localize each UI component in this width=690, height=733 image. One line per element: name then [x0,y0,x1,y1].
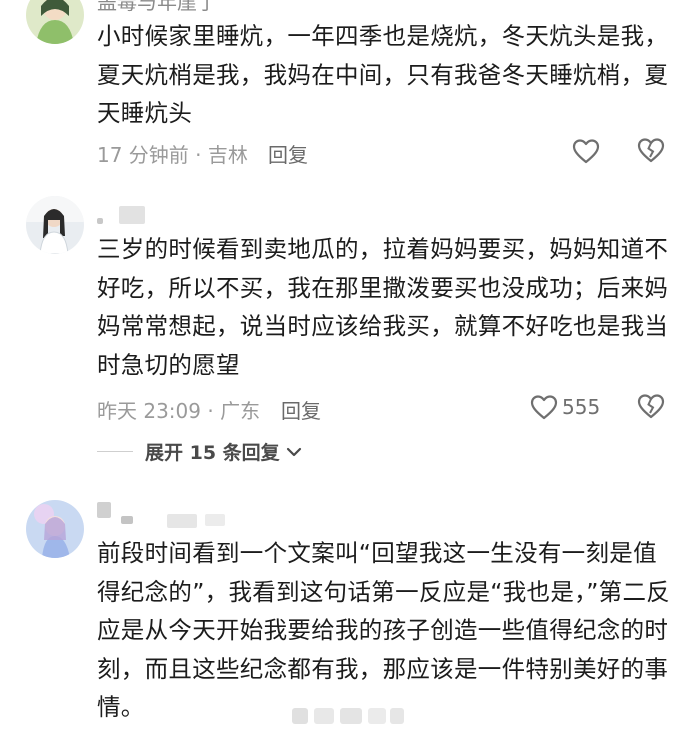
chevron-down-icon [286,447,301,456]
comment-meta: 17 分钟前 · 吉林 [97,143,248,167]
comment-item: 三岁的时候看到卖地瓜的，拉着妈妈要买，妈妈知道不好吃，所以不买，我在那里撒泼要买… [0,190,690,480]
username-blurred[interactable] [97,206,157,226]
expand-replies-label: 展开 15 条回复 [145,442,280,464]
like-button[interactable]: 555 [530,392,600,422]
comment-text: 小时候家里睡炕，一年四季也是烧炕，冬天炕头是我，夏天炕梢是我，我妈在中间，只有我… [97,22,669,127]
watermark [292,702,404,728]
expand-replies-button[interactable]: 展开 15 条回复 [97,438,302,465]
like-button[interactable] [572,136,604,166]
comment-item: 盖毒与年崖了 小时候家里睡炕，一年四季也是烧炕，冬天炕头是我，夏天炕梢是我，我妈… [0,0,690,180]
heart-outline-icon [572,139,600,164]
username[interactable]: 盖毒与年崖了 [97,0,217,15]
broken-heart-icon [637,138,665,163]
reply-button[interactable]: 回复 [281,395,321,424]
avatar[interactable] [26,0,84,44]
comment-text: 三岁的时候看到卖地瓜的，拉着妈妈要买，妈妈知道不好吃，所以不买，我在那里撒泼要买… [97,235,669,379]
reply-button[interactable]: 回复 [268,139,308,168]
dislike-button[interactable] [637,137,667,167]
dislike-button[interactable] [637,393,667,423]
avatar[interactable] [26,196,84,254]
heart-outline-icon [530,395,558,420]
avatar[interactable] [26,500,84,558]
broken-heart-icon [637,394,665,419]
like-count: 555 [562,395,601,419]
username-blurred[interactable] [97,498,247,528]
comment-item: 前段时间看到一个文案叫“回望我这一生没有一刻是值得纪念的”，我看到这句话第一反应… [0,490,690,733]
comment-text: 前段时间看到一个文案叫“回望我这一生没有一刻是值得纪念的”，我看到这句话第一反应… [97,539,671,721]
divider [97,451,133,452]
comment-meta: 昨天 23:09 · 广东 [97,399,261,423]
